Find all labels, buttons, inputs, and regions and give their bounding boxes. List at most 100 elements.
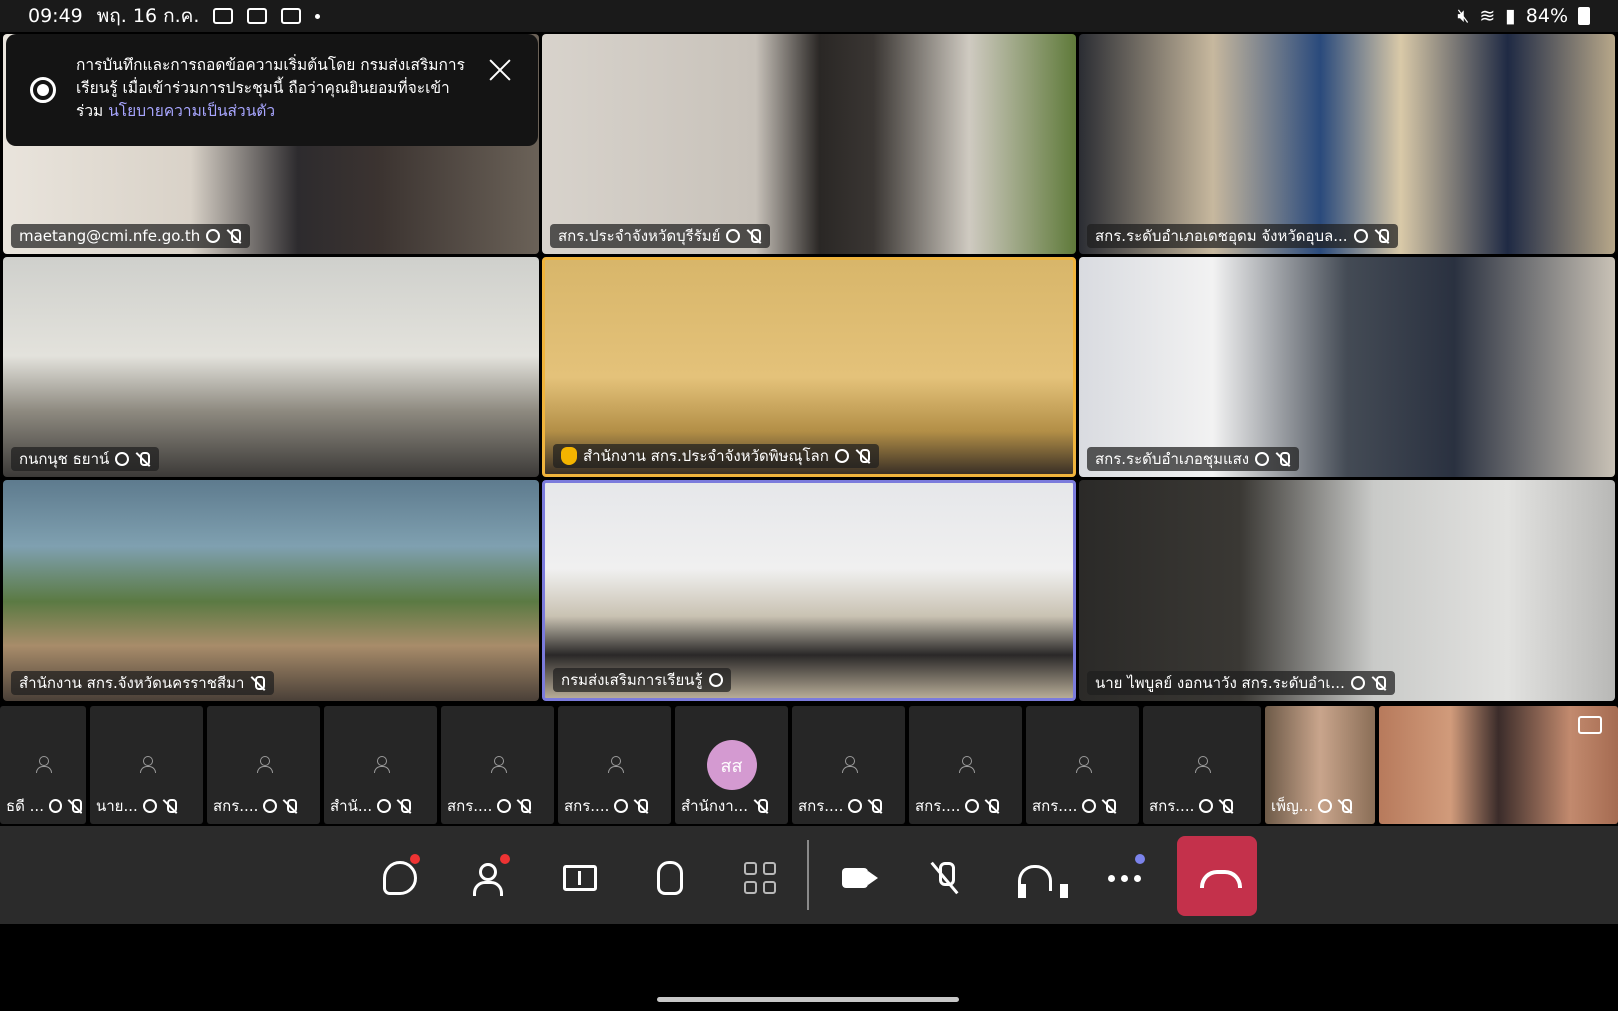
participant-label: สกร.ประจำจังหวัดบุรีรัมย์ [550,224,771,248]
participant-label: สกร.... [213,794,316,818]
person-icon [958,756,975,773]
close-icon[interactable] [488,58,512,82]
participant-label: ธดี ... [6,794,82,818]
mic-off-icon [928,861,962,895]
unverified-icon [377,799,392,813]
self-view-tile[interactable] [1379,706,1618,824]
mic-off-icon [67,798,82,814]
participant-name: สกร.... [213,797,259,815]
divider [807,840,809,910]
unverified-icon [848,799,863,813]
unverified-icon [263,799,278,813]
participant-tile[interactable]: สกร.... [1026,706,1139,824]
notification-dot [1135,854,1145,864]
battery-icon [1578,7,1590,25]
unverified-icon [1350,676,1365,690]
switch-camera-icon[interactable] [1578,716,1602,734]
participant-tile[interactable]: สกร.... [1143,706,1261,824]
mic-off-icon [1101,798,1117,814]
share-button[interactable] [540,838,620,918]
mic-off-icon [1337,798,1353,814]
unverified-icon [1255,452,1270,466]
participant-name: สกร.... [915,797,961,815]
react-button[interactable] [630,838,710,918]
mic-off-icon [753,798,769,814]
participant-tile[interactable]: สส สำนักงา... [675,706,788,824]
participant-tile[interactable]: นาย... [90,706,203,824]
participant-label: สกร.... [1032,794,1135,818]
participant-label: สำนั... [330,794,433,818]
participant-name: ธดี ... [6,797,44,815]
participant-tile[interactable]: สกร.... [792,706,905,824]
participant-label: นาย ไพบูลย์ งอกนาวัง สกร.ระดับอำเ... [1087,671,1395,695]
unverified-icon [708,673,723,687]
share-screen-icon [563,865,597,891]
unverified-icon [834,449,849,463]
audio-button[interactable] [995,838,1075,918]
participants-button[interactable] [450,838,530,918]
participant-name: สกร.... [564,797,610,815]
raised-hand-icon [561,447,577,465]
participant-name: นาย... [96,797,138,815]
mute-button[interactable] [905,838,985,918]
video-notification-icon [247,8,268,24]
video-tile[interactable]: สกร.ประจำจังหวัดบุรีรัมย์ [542,34,1076,254]
participant-label: สำนักงาน สกร.จังหวัดนครราชสีมา [11,671,275,695]
mic-off-icon [855,448,871,464]
mic-off-icon [226,228,242,244]
participant-tile[interactable]: สกร.... [558,706,671,824]
participant-name: สกร.ระดับอำเภอชุมแสง [1095,450,1250,468]
participant-tile[interactable]: สกร.... [207,706,320,824]
video-tile[interactable]: สกร.ระดับอำเภอชุมแสง [1079,257,1615,477]
participant-tile[interactable]: สกร.... [441,706,554,824]
notification-dot [500,854,510,864]
video-camera-icon [842,868,878,888]
mic-off-icon [282,798,298,814]
gmail-icon [281,8,302,24]
mic-off-icon [250,675,266,691]
camera-button[interactable] [815,838,895,918]
participant-label: สกร.ระดับอำเภอชุมแสง [1087,447,1300,471]
clock: 09:49 [28,5,83,27]
participant-name: เพ็ญ... [1271,797,1314,815]
home-indicator[interactable] [657,997,959,1002]
status-bar: 09:49 พฤ. 16 ก.ค. 🔇︎ ≋ ▮ 84% [0,0,1618,32]
wifi-icon: ≋ [1479,5,1496,27]
unverified-icon [965,799,980,813]
participant-name: นาย ไพบูลย์ งอกนาวัง สกร.ระดับอำเ... [1095,674,1345,692]
participant-name: สำนักงาน สกร.ประจำจังหวัดพิษณุโลก [583,447,829,465]
person-icon [36,756,52,773]
participant-tile[interactable]: สำนั... [324,706,437,824]
privacy-policy-link[interactable]: นโยบายความเป็นส่วนตัว [108,102,275,120]
participant-name: สกร.... [1149,797,1195,815]
video-tile-active-speaker[interactable]: กรมส่งเสริมการเรียนรู้ [542,480,1076,701]
chat-icon [383,861,417,895]
video-tile[interactable]: สำนักงาน สกร.จังหวัดนครราชสีมา [3,480,539,701]
layout-button[interactable] [720,838,800,918]
unverified-icon [497,799,512,813]
recording-notice: การบันทึกและการถอดข้อความเริ่มต้นโดย กรม… [6,34,538,146]
participant-label: สกร.... [798,794,901,818]
mic-off-icon [1374,228,1390,244]
raise-hand-icon [657,861,683,895]
video-tile-raised-hand[interactable]: สำนักงาน สกร.ประจำจังหวัดพิษณุโลก [542,257,1076,477]
video-tile[interactable]: นาย ไพบูลย์ งอกนาวัง สกร.ระดับอำเ... [1079,480,1615,701]
person-icon [490,756,507,773]
participant-name: กนกนุช ธยาน์ [19,450,110,468]
participant-label: เพ็ญ... [1271,794,1371,818]
video-tile[interactable]: สกร.ระดับอำเภอเดชอุดม จังหวัดอุบล... [1079,34,1615,254]
video-tile[interactable]: กนกนุช ธยาน์ [3,257,539,477]
participant-name: สำนักงาน สกร.จังหวัดนครราชสีมา [19,674,245,692]
participant-tile[interactable]: สกร.... [909,706,1022,824]
participant-strip[interactable]: ธดี ... นาย... สกร.... สำนั... สกร.... ส… [0,706,1618,824]
mic-off-icon [1371,675,1387,691]
more-button[interactable] [1085,838,1165,918]
participant-label: สกร.... [915,794,1018,818]
leave-button[interactable] [1177,836,1257,916]
chat-button[interactable] [360,838,440,918]
participant-tile[interactable]: ธดี ... [0,706,86,824]
participant-name: สำนั... [330,797,373,815]
participant-video-tile[interactable]: เพ็ญ... [1265,706,1375,824]
avatar: สส [706,740,757,790]
unverified-icon [1318,799,1333,813]
